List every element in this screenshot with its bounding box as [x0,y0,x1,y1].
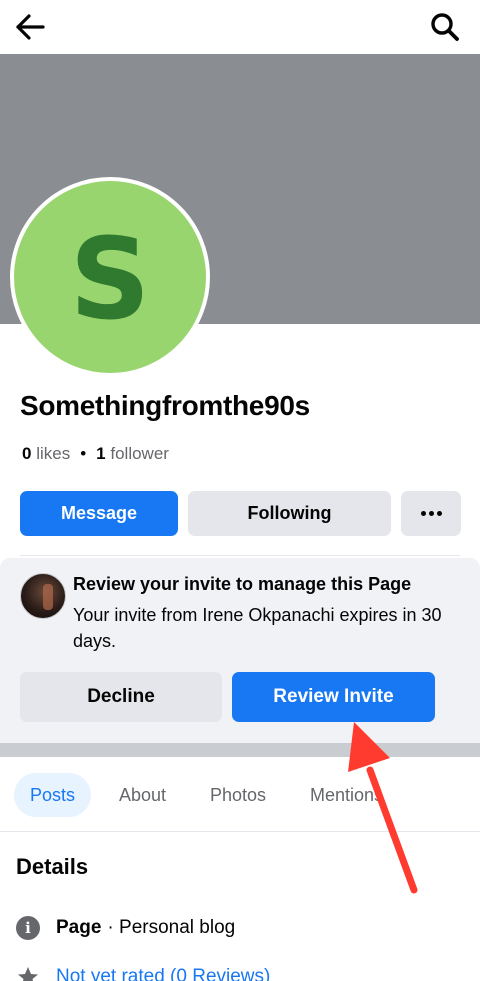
tab-posts[interactable]: Posts [14,773,92,817]
tab-about[interactable]: About [119,773,166,817]
details-heading: Details [16,854,89,879]
search-button[interactable] [428,10,462,44]
followers-label[interactable]: follower [110,444,169,464]
search-icon [431,13,459,41]
review-invite-button[interactable]: Review Invite [232,672,435,722]
message-button[interactable]: Message [20,491,178,536]
page-stats: 0 likes • 1 follower [22,444,169,464]
invite-message: Your invite from Irene Okpanachi expires… [73,605,442,651]
tab-mentions[interactable]: Mentions [310,773,383,817]
detail-page-type: i Page · Personal blog [16,914,235,942]
reviews-link[interactable]: Not yet rated (0 Reviews) [56,966,270,981]
followers-count: 1 [96,444,106,463]
inviter-avatar [20,573,66,619]
profile-tabs: Posts About Photos Mentions [0,757,480,832]
invite-title: Review your invite to manage this Page [73,574,412,594]
detail-rating: Not yet rated (0 Reviews) [16,963,270,981]
profile-avatar[interactable]: S [10,177,210,377]
arrow-left-icon [16,14,45,40]
likes-label[interactable]: likes [36,444,70,464]
divider [20,555,460,556]
following-button[interactable]: Following [188,491,391,536]
more-options-button[interactable] [401,491,461,536]
page-category: · Personal blog [107,917,236,938]
star-icon [18,967,38,981]
tabs-divider [0,831,480,832]
more-dots-icon [420,511,442,516]
decline-button[interactable]: Decline [20,672,222,722]
likes-count: 0 [22,444,32,463]
back-button[interactable] [14,10,48,44]
page-title: Somethingfromthe90s [20,390,310,421]
top-bar [0,0,480,54]
info-icon: i [16,916,40,940]
tab-photos[interactable]: Photos [210,773,266,817]
section-separator [0,743,480,757]
invite-card: Review your invite to manage this Page Y… [0,558,480,743]
avatar-letter: S [69,215,151,345]
stats-separator: • [80,444,87,463]
page-label: Page [56,917,102,938]
